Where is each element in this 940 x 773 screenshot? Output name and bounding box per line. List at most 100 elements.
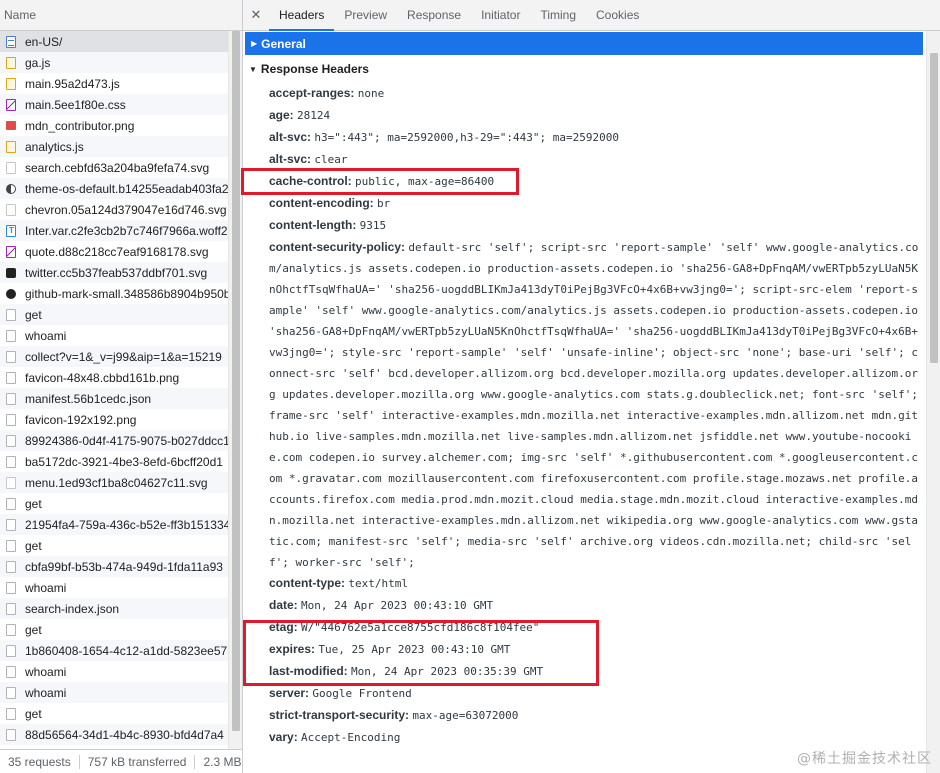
tab-cookies[interactable]: Cookies (586, 0, 649, 31)
document-icon (6, 35, 16, 48)
stylesheet-icon (6, 98, 16, 111)
header-value: h3=":443"; ma=2592000,h3-29=":443"; ma=2… (314, 131, 620, 144)
general-section-header[interactable]: ▶ General (245, 32, 923, 55)
header-row: content-length: 9315 (269, 215, 926, 237)
svg-icon (6, 203, 16, 216)
details-scrollbar[interactable] (926, 31, 940, 773)
request-icon (6, 497, 16, 510)
request-row[interactable]: chevron.05a124d379047e16d746.svg (0, 199, 228, 220)
request-row[interactable]: get (0, 619, 228, 640)
tab-timing[interactable]: Timing (530, 0, 586, 31)
details-tab-bar: ✕ Headers Preview Response Initiator Timing C… (243, 0, 940, 31)
header-row: last-modified: Mon, 24 Apr 2023 00:35:39… (269, 661, 926, 683)
request-name: ga.js (25, 55, 51, 70)
request-name: 89924386-0d4f-4175-9075-b027ddcc1 (25, 433, 228, 448)
request-row[interactable]: get (0, 304, 228, 325)
request-name: manifest.56b1cedc.json (25, 391, 152, 406)
tab-response[interactable]: Response (397, 0, 471, 31)
request-icon (6, 644, 16, 657)
request-row[interactable]: ba5172dc-3921-4be3-8efd-6bcff20d1 (0, 451, 228, 472)
request-row[interactable]: search-index.json (0, 598, 228, 619)
github-icon (6, 288, 16, 299)
request-icon (6, 350, 16, 363)
header-value: Tue, 25 Apr 2023 00:43:10 GMT (318, 643, 511, 656)
script-icon (6, 140, 16, 153)
request-name: search-index.json (25, 601, 120, 616)
header-name: age: (269, 108, 294, 122)
request-name: Inter.var.c2fe3cb2b7c746f7966a.woff2 (25, 223, 228, 238)
image-icon (6, 121, 16, 130)
details-scroll-thumb[interactable] (930, 53, 938, 363)
request-row[interactable]: whoami (0, 577, 228, 598)
name-column-header[interactable]: Name (0, 0, 242, 31)
request-row[interactable]: search.cebfd63a204ba9fefa74.svg (0, 157, 228, 178)
header-name: alt-svc: (269, 152, 312, 166)
response-headers-section-header[interactable]: ▼ Response Headers (249, 61, 926, 77)
request-name: get (25, 706, 42, 721)
request-icon (6, 434, 16, 447)
request-row[interactable]: 88d56564-34d1-4b4c-8930-bfd4d7a4 (0, 724, 228, 745)
request-name: analytics.js (25, 139, 84, 154)
twitter-icon (6, 267, 16, 278)
request-icon (6, 371, 16, 384)
request-row[interactable]: whoami (0, 661, 228, 682)
request-row[interactable]: menu.1ed93cf1ba8c04627c11.svg (0, 472, 228, 493)
request-row[interactable]: 89924386-0d4f-4175-9075-b027ddcc1 (0, 430, 228, 451)
header-value: public, max-age=86400 (355, 175, 495, 188)
request-row[interactable]: analytics.js (0, 136, 228, 157)
request-row[interactable]: 21954fa4-759a-436c-b52e-ff3b151334 (0, 514, 228, 535)
request-name: mdn_contributor.png (25, 118, 135, 133)
request-name: quote.d88c218cc7eaf9168178.svg (25, 244, 209, 259)
request-row[interactable]: favicon-48x48.cbbd161b.png (0, 367, 228, 388)
request-details-panel: ✕ Headers Preview Response Initiator Timing C… (243, 0, 940, 773)
request-row[interactable]: whoami (0, 325, 228, 346)
request-row[interactable]: main.95a2d473.js (0, 73, 228, 94)
request-name: twitter.cc5b37feab537ddbf701.svg (25, 265, 208, 280)
tab-headers[interactable]: Headers (269, 0, 335, 31)
request-row[interactable]: twitter.cc5b37feab537ddbf701.svg (0, 262, 228, 283)
header-name: content-length: (269, 218, 357, 232)
request-row[interactable]: quote.d88c218cc7eaf9168178.svg (0, 241, 228, 262)
request-row[interactable]: en-US/ (0, 31, 228, 52)
request-name: github-mark-small.348586b8904b950b (25, 286, 228, 301)
tab-preview[interactable]: Preview (334, 0, 397, 31)
request-row[interactable]: github-mark-small.348586b8904b950b (0, 283, 228, 304)
request-row[interactable]: whoami (0, 682, 228, 703)
header-value: Mon, 24 Apr 2023 00:43:10 GMT (301, 599, 494, 612)
watermark: @稀土掘金技术社区 (797, 751, 932, 767)
details-tabs: Headers Preview Response Initiator Timing Coo… (269, 0, 649, 31)
header-value: text/html (348, 577, 408, 590)
request-row[interactable]: 1b860408-1654-4c12-a1dd-5823ee57 (0, 640, 228, 661)
request-row[interactable]: theme-os-default.b14255eadab403fa2 (0, 178, 228, 199)
request-list-scroll-thumb[interactable] (232, 31, 240, 731)
request-row[interactable]: get (0, 535, 228, 556)
request-row[interactable]: main.5ee1f80e.css (0, 94, 228, 115)
close-icon[interactable]: ✕ (243, 7, 269, 23)
request-row[interactable]: collect?v=1&_v=j99&aip=1&a=15219 (0, 346, 228, 367)
header-name: last-modified: (269, 664, 348, 678)
header-name: content-type: (269, 576, 345, 590)
request-name: chevron.05a124d379047e16d746.svg (25, 202, 227, 217)
header-row: alt-svc: clear (269, 149, 926, 171)
request-icon (6, 602, 16, 615)
header-name: date: (269, 598, 298, 612)
general-section-label: General (261, 36, 306, 51)
request-icon (6, 728, 16, 741)
request-row[interactable]: get (0, 493, 228, 514)
request-list-panel: Name en-US/ga.js main.95a2d473.js main.5ee… (0, 0, 243, 773)
request-row[interactable]: mdn_contributor.png (0, 115, 228, 136)
header-row: expires: Tue, 25 Apr 2023 00:43:10 GMT (269, 639, 926, 661)
request-row[interactable]: Inter.var.c2fe3cb2b7c746f7966a.woff2 (0, 220, 228, 241)
request-name: main.5ee1f80e.css (25, 97, 126, 112)
tab-initiator[interactable]: Initiator (471, 0, 530, 31)
request-name: get (25, 538, 42, 553)
request-row[interactable]: ga.js (0, 52, 228, 73)
request-row[interactable]: get (0, 703, 228, 724)
request-icon (6, 665, 16, 678)
request-row[interactable]: manifest.56b1cedc.json (0, 388, 228, 409)
request-row[interactable]: cbfa99bf-b53b-474a-949d-1fda11a93 (0, 556, 228, 577)
request-name: en-US/ (25, 34, 63, 49)
header-name: expires: (269, 642, 316, 656)
request-list-scrollbar[interactable] (228, 31, 242, 751)
request-row[interactable]: favicon-192x192.png (0, 409, 228, 430)
